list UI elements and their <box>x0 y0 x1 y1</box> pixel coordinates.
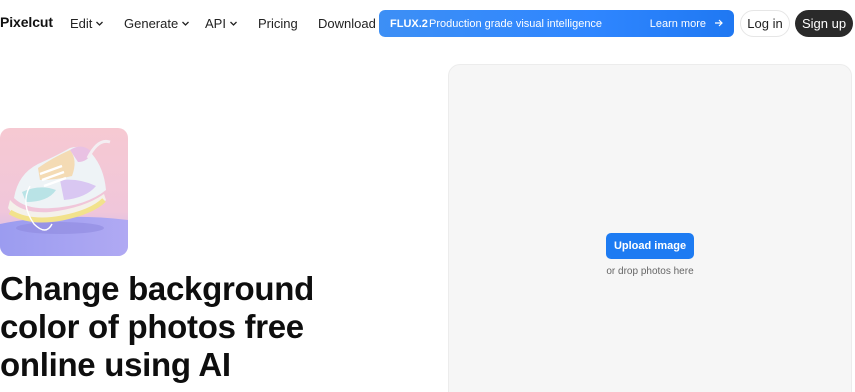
nav-download[interactable]: Download <box>318 16 376 31</box>
nav-pricing[interactable]: Pricing <box>258 16 298 31</box>
nav-api[interactable]: API <box>205 16 238 31</box>
nav-pricing-label: Pricing <box>258 16 298 31</box>
signup-button[interactable]: Sign up <box>795 10 853 37</box>
chevron-down-icon <box>229 19 238 28</box>
page-headline: Change background color of photos free o… <box>0 270 400 384</box>
headline-line-2: color of photos free <box>0 308 304 345</box>
headline-line-1: Change background <box>0 270 314 307</box>
banner-tag: FLUX.2 <box>390 17 428 30</box>
upload-image-button[interactable]: Upload image <box>606 233 694 259</box>
arrow-right-icon <box>714 16 724 30</box>
nav-generate-label: Generate <box>124 16 179 31</box>
banner-message: Production grade visual intelligence <box>429 17 603 30</box>
chevron-down-icon <box>95 19 104 28</box>
drop-hint: or drop photos here <box>606 266 694 277</box>
nav-generate[interactable]: Generate <box>124 16 190 31</box>
upload-dropzone[interactable] <box>448 64 852 392</box>
chevron-down-icon <box>181 19 190 28</box>
announcement-banner[interactable]: FLUX.2 Production grade visual intellige… <box>379 10 734 37</box>
logo[interactable]: Pixelcut <box>0 14 53 30</box>
nav-download-label: Download <box>318 16 376 31</box>
nav-edit[interactable]: Edit <box>70 16 104 31</box>
banner-learn-more[interactable]: Learn more <box>650 18 706 30</box>
nav-edit-label: Edit <box>70 16 93 31</box>
headline-line-3: online using AI <box>0 346 231 383</box>
nav-api-label: API <box>205 16 226 31</box>
hero-sneaker-image <box>0 128 128 256</box>
login-button[interactable]: Log in <box>740 10 790 37</box>
top-nav: Pixelcut Edit Generate API Pricing Downl… <box>0 0 855 46</box>
